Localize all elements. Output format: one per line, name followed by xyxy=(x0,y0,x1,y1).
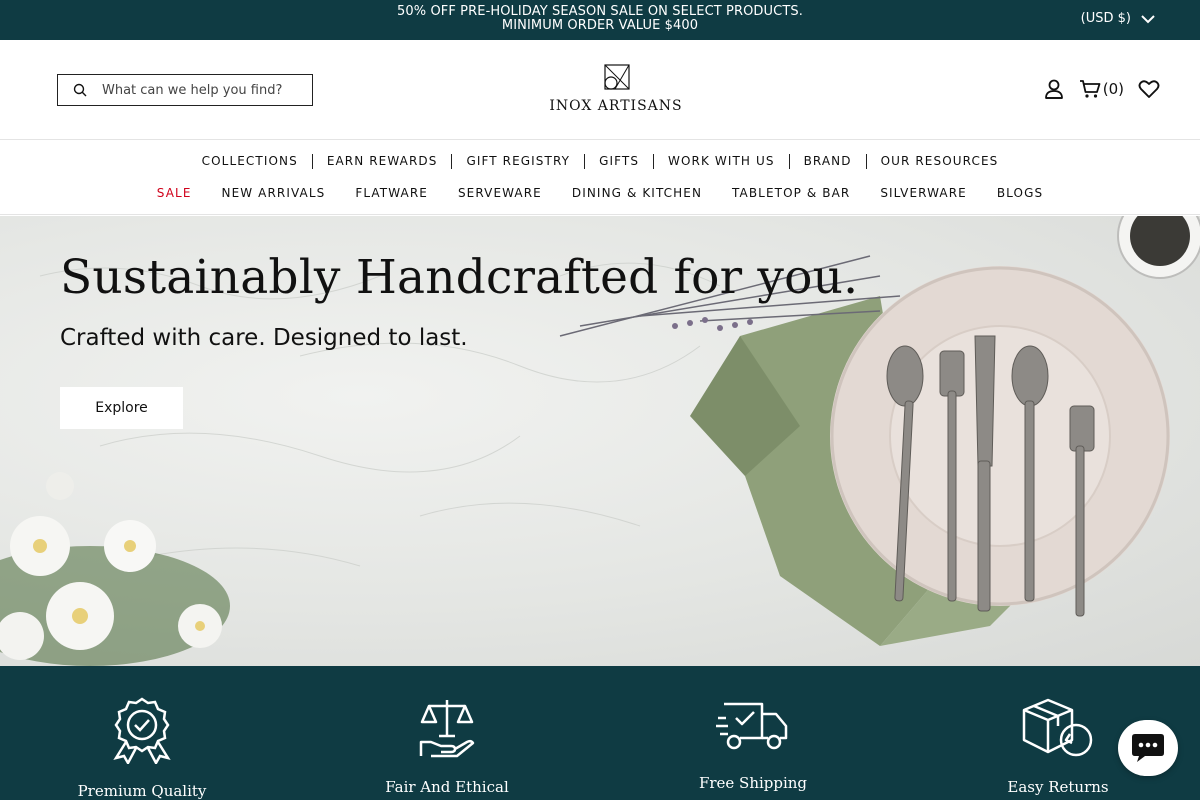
wishlist-icon[interactable] xyxy=(1138,79,1160,99)
nav-row-secondary: SALE NEW ARRIVALS FLATWARE SERVEWARE DIN… xyxy=(0,186,1200,201)
nav-item-blogs[interactable]: BLOGS xyxy=(982,186,1058,201)
feature-label: Fair And Ethical xyxy=(385,778,509,796)
announcement-bar: 50% OFF PRE-HOLIDAY SEASON SALE ON SELEC… xyxy=(0,0,1200,40)
hand-scale-icon xyxy=(419,700,475,758)
nav-item-new-arrivals[interactable]: NEW ARRIVALS xyxy=(207,186,341,201)
nav-item-tabletop-bar[interactable]: TABLETOP & BAR xyxy=(717,186,865,201)
nav-item-serveware[interactable]: SERVEWARE xyxy=(443,186,557,201)
currency-selector[interactable]: (USD $) xyxy=(1081,11,1155,26)
search-input[interactable] xyxy=(102,82,302,98)
hero-title: Sustainably Handcrafted for you. xyxy=(60,250,859,305)
feature-fair-ethical: Fair And Ethical xyxy=(347,696,547,796)
main-navigation: COLLECTIONS EARN REWARDS GIFT REGISTRY G… xyxy=(0,141,1200,215)
header-actions: (0) xyxy=(1043,78,1160,100)
cart-count: (0) xyxy=(1102,80,1124,98)
nav-item-dining-kitchen[interactable]: DINING & KITCHEN xyxy=(557,186,717,201)
feature-label: Easy Returns xyxy=(1007,778,1109,796)
delivery-truck-icon xyxy=(716,702,788,750)
account-icon[interactable] xyxy=(1043,78,1065,100)
feature-premium-quality: Premium Quality xyxy=(42,696,242,800)
currency-label: (USD $) xyxy=(1080,11,1131,26)
ribbon-badge-icon xyxy=(113,697,171,764)
nav-item-work-with-us[interactable]: WORK WITH US xyxy=(653,154,789,169)
nav-item-gift-registry[interactable]: GIFT REGISTRY xyxy=(451,154,584,169)
site-logo[interactable]: INOX ARTISANS xyxy=(549,64,683,114)
nav-item-collections[interactable]: COLLECTIONS xyxy=(188,154,312,169)
nav-item-brand[interactable]: BRAND xyxy=(788,154,866,169)
explore-button[interactable]: Explore xyxy=(60,387,183,429)
search-box[interactable] xyxy=(57,74,313,106)
logo-text: INOX ARTISANS xyxy=(549,98,683,114)
announcement-text: 50% OFF PRE-HOLIDAY SEASON SALE ON SELEC… xyxy=(397,4,803,33)
feature-free-shipping: Free Shipping xyxy=(653,696,853,792)
hero-subtitle: Crafted with care. Designed to last. xyxy=(60,325,468,351)
nav-item-gifts[interactable]: GIFTS xyxy=(584,154,653,169)
cart-button[interactable]: (0) xyxy=(1079,79,1124,99)
nav-item-sale[interactable]: SALE xyxy=(142,186,207,201)
chevron-down-icon xyxy=(1141,14,1155,23)
hero-banner: Sustainably Handcrafted for you. Crafted… xyxy=(0,216,1200,666)
logo-mark-icon xyxy=(604,64,630,90)
feature-label: Premium Quality xyxy=(77,782,207,800)
nav-item-earn-rewards[interactable]: EARN REWARDS xyxy=(311,154,452,169)
nav-item-silverware[interactable]: SILVERWARE xyxy=(865,186,982,201)
nav-item-our-resources[interactable]: OUR RESOURCES xyxy=(865,154,1013,169)
chat-bubble-icon xyxy=(1132,734,1164,762)
site-header: INOX ARTISANS (0) xyxy=(0,40,1200,140)
cart-icon xyxy=(1079,80,1101,98)
feature-label: Free Shipping xyxy=(698,774,808,792)
features-bar: Premium Quality Fair And Ethical Free Sh… xyxy=(0,666,1200,800)
box-return-icon xyxy=(1022,698,1093,757)
nav-row-primary: COLLECTIONS EARN REWARDS GIFT REGISTRY G… xyxy=(0,154,1200,169)
search-icon[interactable] xyxy=(58,83,102,97)
chat-button[interactable] xyxy=(1118,720,1178,776)
nav-item-flatware[interactable]: FLATWARE xyxy=(340,186,443,201)
